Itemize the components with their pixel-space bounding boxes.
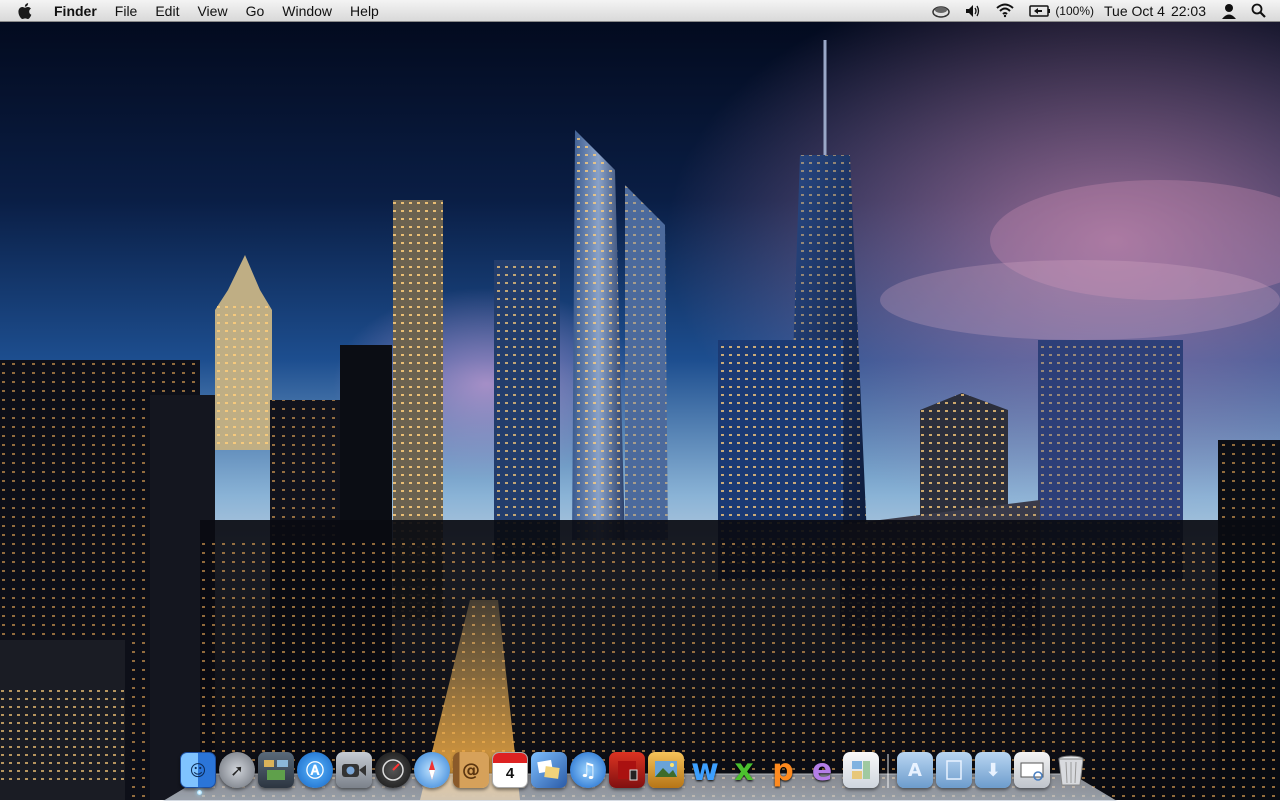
entourage-e-icon[interactable]: e — [804, 752, 840, 788]
dock-separator — [887, 754, 889, 788]
volume-icon[interactable] — [958, 0, 988, 22]
menubar-date[interactable]: Tue Oct 4 — [1096, 0, 1168, 22]
menu-edit[interactable]: Edit — [146, 0, 188, 22]
rocket-icon[interactable]: ➚ — [219, 752, 255, 788]
menu-bar: Finder File Edit View Go Window Help (10… — [0, 0, 1280, 22]
menu-file[interactable]: File — [106, 0, 147, 22]
documents-folder-icon[interactable] — [936, 752, 972, 788]
desktop-wallpaper — [0, 0, 1280, 800]
calendar-icon[interactable]: 4 — [492, 752, 528, 788]
preview-icon[interactable] — [1014, 752, 1050, 788]
menu-view[interactable]: View — [188, 0, 236, 22]
photos-icon[interactable] — [531, 752, 567, 788]
excel-x-icon[interactable]: x — [726, 752, 762, 788]
image-capture-icon[interactable] — [648, 752, 684, 788]
downloads-folder-icon[interactable]: ⬇ — [975, 752, 1011, 788]
dock: ☺ ➚ Ⓐ @ 4 ♫ w x p e A ⬇ — [180, 748, 1092, 795]
menu-go[interactable]: Go — [237, 0, 274, 22]
music-note-icon[interactable]: ♫ — [570, 752, 606, 788]
trash-icon[interactable] — [1053, 752, 1089, 788]
battery-icon[interactable] — [1022, 0, 1053, 22]
calendar-date: 4 — [505, 765, 515, 782]
compass-icon[interactable] — [414, 752, 450, 788]
menu-help[interactable]: Help — [341, 0, 388, 22]
battery-percent[interactable]: (100%) — [1053, 0, 1096, 22]
wifi-icon[interactable] — [988, 0, 1022, 22]
apple-logo-icon[interactable] — [18, 2, 36, 20]
time-machine-icon[interactable] — [924, 0, 958, 22]
camera-icon[interactable] — [336, 752, 372, 788]
finder-icon[interactable]: ☺ — [180, 752, 216, 795]
user-icon[interactable] — [1214, 0, 1244, 22]
applications-folder-icon[interactable]: A — [897, 752, 933, 788]
photo-booth-icon[interactable] — [609, 752, 645, 788]
running-indicator — [197, 790, 202, 795]
menu-window[interactable]: Window — [273, 0, 341, 22]
status-area: (100%) Tue Oct 4 22:03 — [924, 0, 1280, 22]
menubar-time[interactable]: 22:03 — [1168, 0, 1214, 22]
address-book-icon[interactable]: @ — [453, 752, 489, 788]
app-store-icon[interactable]: Ⓐ — [297, 752, 333, 788]
word-w-icon[interactable]: w — [687, 752, 723, 788]
menu-app-name[interactable]: Finder — [46, 0, 106, 22]
powerpoint-p-icon[interactable]: p — [765, 752, 801, 788]
spotlight-search-icon[interactable] — [1244, 0, 1280, 22]
mission-control-icon[interactable] — [258, 752, 294, 788]
document-icon[interactable] — [843, 752, 879, 788]
dashboard-gauge-icon[interactable] — [375, 752, 411, 788]
